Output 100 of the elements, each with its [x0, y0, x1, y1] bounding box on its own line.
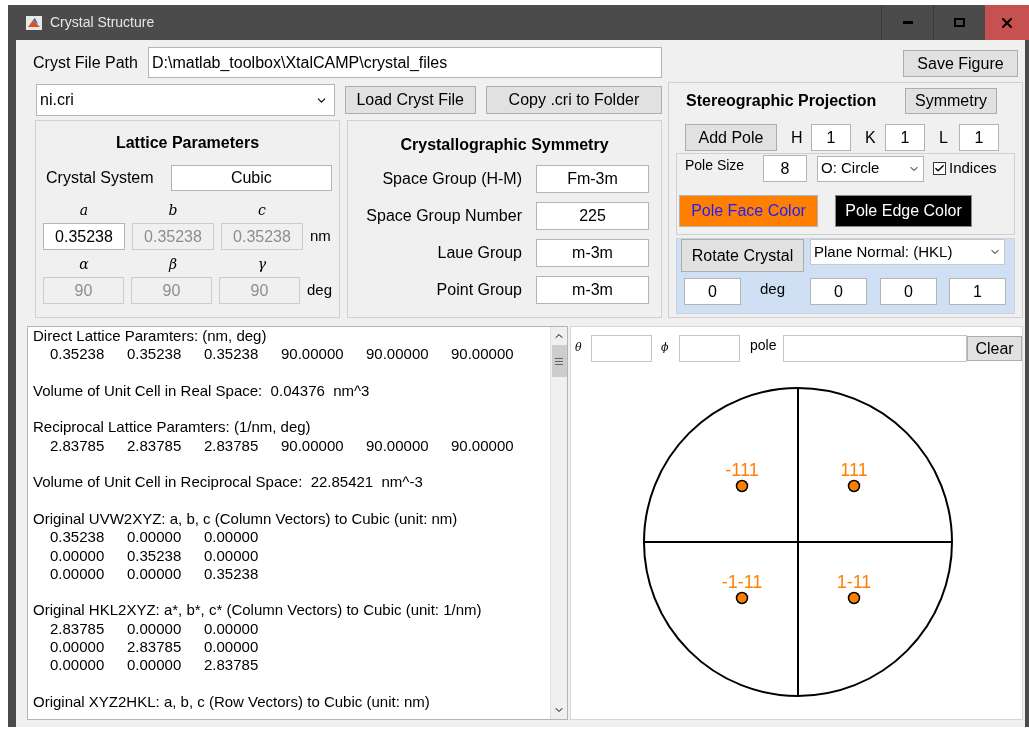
copy-file-button[interactable]: Copy .cri to Folder: [485, 86, 662, 114]
output-value: 0.00000: [50, 638, 105, 656]
symmetry-button[interactable]: Symmetry: [905, 88, 997, 114]
rotate-crystal-button[interactable]: Rotate Crystal: [681, 239, 804, 272]
panel-title: Crystallographic Symmetry: [399, 135, 610, 155]
phi-field[interactable]: [679, 335, 740, 362]
unit-label: nm: [310, 226, 331, 247]
symmetry-field[interactable]: m-3m: [536, 239, 649, 267]
output-value: 0.00000: [204, 619, 259, 637]
output-line: Reciprocal Lattice Paramters: (1/nm, deg): [33, 418, 312, 437]
add-pole-button[interactable]: Add Pole: [685, 124, 777, 151]
window-title: Crystal Structure: [50, 13, 155, 32]
angle-field[interactable]: 0: [684, 278, 741, 305]
output-value: 0.00000: [204, 638, 259, 656]
output-value: 0.35238: [204, 564, 259, 582]
app-logo-icon: [26, 15, 42, 30]
output-value: 0.35238: [50, 528, 105, 546]
clear-button[interactable]: Clear: [967, 336, 1022, 361]
output-value: 2.83785: [50, 619, 105, 637]
output-value: 0.00000: [127, 564, 182, 582]
output-value: 2.83785: [127, 638, 182, 656]
scrollbar[interactable]: [550, 327, 567, 719]
parameter-symbol: β: [168, 255, 178, 274]
parameter-symbol: b: [168, 201, 178, 220]
field-label: Laue Group: [436, 243, 522, 263]
output-value: 0.00000: [204, 546, 259, 564]
pole-index-label: 111: [840, 460, 868, 480]
pole-field[interactable]: [783, 335, 967, 362]
field-label: Space Group Number: [365, 206, 522, 226]
output-value: 90.00000: [366, 436, 429, 454]
pole-index-label: 1-11: [836, 572, 872, 592]
phi-label: ϕ: [661, 340, 670, 357]
parameter-symbol: γ: [257, 255, 267, 274]
file-path-field[interactable]: D:\matlab_toolbox\XtalCAMP\crystal_files: [148, 47, 662, 78]
output-line: Original XYZ2HKL: a, b, c (Row Vectors) to Cubic (unit: nm): [33, 692, 431, 712]
pole-index-label: -111: [725, 460, 759, 480]
output-line: Volume of Unit Cell in Real Space: 0.04376 nm^3: [33, 381, 371, 401]
pole-marker: [735, 479, 749, 493]
output-value: 0.00000: [127, 619, 182, 637]
output-line: Original HKL2XYZ: a*, b*, c* (Column Vectors) to Cubic (unit: 1/nm): [33, 601, 483, 620]
load-file-button[interactable]: Load Cryst File: [344, 86, 476, 114]
panel-title: Stereographic Projection: [686, 91, 877, 111]
output-value: 90.00000: [451, 345, 514, 363]
close-button[interactable]: [985, 5, 1029, 40]
indices-checkbox[interactable]: Indices: [933, 157, 997, 180]
axis-field[interactable]: 0: [880, 278, 937, 305]
panel-title: Lattice Parameters: [114, 133, 261, 153]
parameter-field[interactable]: 0.35238: [43, 223, 125, 250]
index-field[interactable]: 1: [885, 124, 925, 151]
output-line: Original UVW2XYZ: a, b, c (Column Vectors) to Cubic (unit: nm): [33, 509, 459, 529]
output-value: 2.83785: [127, 436, 182, 454]
output-value: 90.00000: [281, 436, 344, 454]
pole-index-label: -1-11: [721, 572, 763, 592]
index-field[interactable]: 1: [811, 124, 851, 151]
parameter-symbol: α: [79, 255, 89, 274]
field-label: Pole Size: [685, 156, 746, 175]
symmetry-field[interactable]: 225: [536, 202, 649, 230]
pole-marker: [847, 479, 861, 493]
axis-field[interactable]: 0: [810, 278, 867, 305]
index-label: K: [865, 127, 877, 148]
axis-field[interactable]: 1: [949, 278, 1006, 305]
output-value: 0.00000: [50, 564, 105, 582]
output-value: 0.00000: [50, 546, 105, 564]
output-line: Volume of Unit Cell in Reciprocal Space: 22.85421 nm^-3: [33, 473, 424, 492]
field-label: Crystal System: [46, 168, 155, 188]
output-value: 0.00000: [127, 528, 182, 546]
pole-label: pole: [750, 336, 778, 355]
check-icon: [934, 163, 945, 174]
symmetry-field[interactable]: m-3m: [536, 276, 649, 304]
file-dropdown[interactable]: ni.cri: [36, 84, 335, 116]
scroll-thumb[interactable]: [551, 345, 567, 377]
output-value: 90.00000: [451, 436, 514, 454]
output-value: 0.35238: [50, 345, 105, 363]
output-value: 2.83785: [204, 436, 259, 454]
symmetry-field[interactable]: Fm-3m: [536, 165, 649, 193]
pole-marker: [847, 591, 861, 605]
index-field[interactable]: 1: [959, 124, 999, 151]
output-value: 0.00000: [127, 656, 182, 674]
pole-marker: [735, 591, 749, 605]
marker-dropdown[interactable]: O: Circle: [817, 155, 924, 182]
theta-field[interactable]: [591, 335, 652, 362]
output-value: 0.00000: [50, 656, 105, 674]
index-label: H: [791, 127, 804, 148]
parameter-symbol: a: [79, 201, 89, 220]
output-value: 90.00000: [366, 345, 429, 363]
output-value: 2.83785: [50, 436, 105, 454]
rotation-mode-dropdown[interactable]: Plane Normal: (HKL): [810, 239, 1005, 265]
output-line: Direct Lattice Paramters: (nm, deg): [33, 327, 268, 346]
output-value: 0.35238: [127, 546, 182, 564]
crystal-system-field[interactable]: Cubic: [170, 165, 332, 191]
pole-edge-color-button[interactable]: Pole Edge Color: [835, 195, 972, 227]
field-label: Space Group (H-M): [381, 169, 522, 189]
index-label: L: [939, 127, 949, 148]
pole-size-field[interactable]: 8: [763, 155, 807, 182]
file-path-label: Cryst File Path: [33, 52, 139, 73]
parameter-symbol: c: [258, 201, 266, 220]
field-label: Point Group: [435, 280, 522, 300]
unit-label: deg: [306, 280, 332, 301]
unit-label: deg: [760, 279, 787, 299]
save-figure-button[interactable]: Save Figure: [903, 50, 1018, 77]
